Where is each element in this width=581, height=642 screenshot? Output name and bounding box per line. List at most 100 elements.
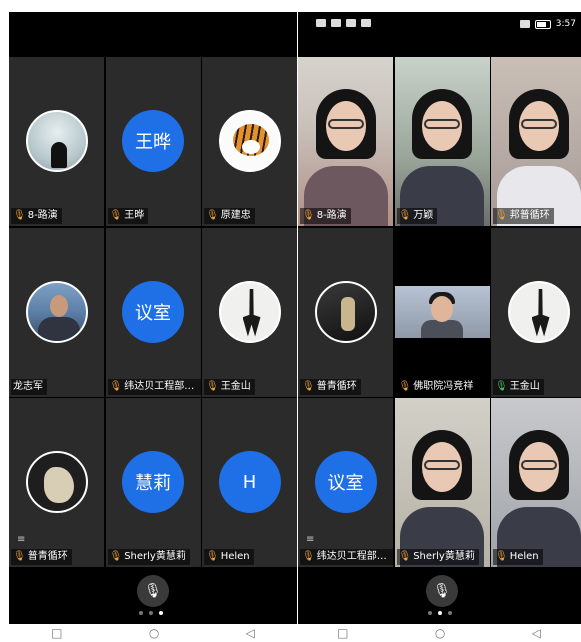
participant-name: Sherly黄慧莉 (124, 551, 186, 562)
recent-square-icon[interactable]: □ (337, 626, 348, 640)
back-triangle-icon[interactable]: ◁ (246, 626, 255, 640)
participant-name-label: 🎙 纬达贝工程部会... (107, 378, 201, 395)
avatar-image-part (37, 316, 80, 341)
participant-tile[interactable]: 🎙 佛职院冯竞祥 (394, 227, 490, 397)
video-person-glasses (520, 460, 557, 470)
sim-icon (316, 19, 326, 27)
status-bar: 3:57 (298, 12, 581, 38)
home-circle-icon[interactable]: ○ (435, 626, 445, 640)
android-navbar-left: □ ○ ◁ (8, 624, 298, 642)
participant-name-label: 🎙 Sherly黄慧莉 (396, 549, 479, 565)
participant-avatar (507, 280, 570, 343)
microphone-icon: 🎙 (495, 210, 508, 221)
participant-initials-avatar: 王晔 (122, 110, 184, 172)
participant-tile[interactable]: 🎙 王金山 (202, 227, 297, 397)
participant-tile[interactable]: 🎙 王金山 (491, 227, 581, 397)
call-controls-right: 🎙 (298, 567, 581, 624)
participant-name-label: 🎙 纬达贝工程部会... (300, 549, 393, 565)
participant-name: 邦普循环 (509, 210, 550, 221)
participant-name: 王金山 (220, 380, 251, 392)
microphone-icon: 🎙 (109, 210, 123, 221)
page-dot (139, 611, 143, 615)
participant-name: 普青循环 (27, 551, 68, 562)
participant-tile[interactable]: ≡ 🎙 普青循环 (9, 398, 104, 567)
microphone-icon: 🎙 (302, 551, 315, 562)
chat-icon (361, 19, 371, 27)
participant-video (394, 57, 490, 226)
participant-name: Sherly黄慧莉 (413, 551, 475, 562)
microphone-icon: 🎙 (302, 210, 315, 221)
avatar-image-part (340, 296, 355, 331)
participant-name: 佛职院冯竞祥 (413, 380, 474, 392)
microphone-icon: 🎙 (398, 380, 412, 392)
notification-icon (346, 19, 356, 27)
list-icon: ≡ (17, 534, 26, 545)
back-triangle-icon[interactable]: ◁ (532, 626, 541, 640)
participant-grid-right: 🎙 8-路演 🎙 万颖 🎙 邦普循环 🎙 普青循环 🎙 佛职院冯竞祥 🎙 王金山 议室 ≡ 🎙 纬达贝工程部会… (298, 57, 581, 567)
participant-tile[interactable]: 🎙 8-路演 (298, 57, 393, 226)
right-phone-screen: 3:57 🎙 8-路演 🎙 万颖 🎙 邦普循环 🎙 普青循环 🎙 佛职院冯竞祥 🎙 王金山 议室 ≡ 🎙 纬达… (298, 12, 581, 624)
microphone-icon: 🎙 (433, 583, 451, 599)
participant-tile[interactable]: 议室 🎙 纬达贝工程部会... (105, 227, 201, 397)
participant-name-label: 🎙 原建忠 (204, 208, 255, 224)
battery-icon (534, 19, 551, 29)
microphone-icon: 🎙 (495, 380, 508, 392)
participant-name: 普青循环 (316, 380, 357, 392)
participant-tile[interactable]: 议室 ≡ 🎙 纬达贝工程部会... (298, 398, 393, 567)
participant-name-label: 🎙 邦普循环 (493, 208, 554, 224)
participant-tile[interactable]: 王晔 🎙 王晔 (105, 57, 201, 226)
participant-tile[interactable]: 🎙 Sherly黄慧莉 (394, 398, 490, 567)
microphone-icon: 🎙 (206, 551, 219, 562)
microphone-icon: 🎙 (144, 583, 162, 599)
home-circle-icon[interactable]: ○ (149, 626, 159, 640)
participant-tile[interactable]: 🎙 8-路演 (9, 57, 104, 226)
avatar-image-part (242, 288, 261, 337)
status-icons-right: 3:57 (519, 19, 576, 29)
participant-tile[interactable]: 🎙 原建忠 (202, 57, 297, 226)
participant-tile[interactable]: 🎙 Helen (491, 398, 581, 567)
participant-tile[interactable]: H 🎙 Helen (202, 398, 297, 567)
participant-name-label: 🎙 王晔 (107, 208, 149, 224)
avatar-image-part (43, 467, 74, 503)
recent-square-icon[interactable]: □ (51, 626, 62, 640)
participant-tile[interactable]: 🎙 邦普循环 (491, 57, 581, 226)
participant-name: 王晔 (124, 210, 145, 221)
microphone-icon: 🎙 (13, 210, 26, 221)
participant-tile[interactable]: 慧莉 🎙 Sherly黄慧莉 (105, 398, 201, 567)
page-indicator (428, 611, 452, 615)
microphone-icon: 🎙 (109, 551, 123, 562)
page-dot (448, 611, 452, 615)
participant-name-label: 🎙 王金山 (493, 378, 544, 395)
page-dot (159, 611, 163, 615)
participant-tile[interactable]: 🎙 普青循环 (298, 227, 393, 397)
participant-name: 王金山 (509, 380, 540, 392)
participant-avatar (25, 451, 88, 513)
participant-name: Helen (220, 551, 250, 562)
participant-tile[interactable]: 🎙 万颖 (394, 57, 490, 226)
video-person-part (430, 295, 453, 322)
participant-tile[interactable]: 龙志军 (9, 227, 104, 397)
microphone-button[interactable]: 🎙 (426, 575, 458, 607)
participant-name-label: 🎙 万颖 (396, 208, 438, 224)
participant-initials-avatar: 议室 (122, 280, 184, 343)
participant-name-label: 龙志军 (11, 378, 47, 395)
page-dot (438, 611, 442, 615)
participant-avatar (218, 110, 281, 172)
page-dot (428, 611, 432, 615)
participant-name-label: 🎙 Helen (493, 549, 543, 565)
participant-name: 8-路演 (316, 210, 347, 221)
participant-grid-left: 🎙 8-路演 王晔 🎙 王晔 🎙 原建忠 龙志军 议室 🎙 纬达贝工程部会... 🎙 王金山 ≡ 🎙 普青循环… (9, 57, 297, 567)
android-navbar-right: □ ○ ◁ (294, 624, 581, 642)
participant-name: 纬达贝工程部会... (316, 551, 390, 562)
participant-video (298, 57, 393, 226)
clock: 3:57 (555, 19, 576, 29)
participant-video (491, 57, 581, 226)
participant-avatar (218, 280, 281, 343)
microphone-icon: 🎙 (302, 380, 315, 392)
microphone-icon: 🎙 (13, 551, 26, 562)
microphone-button[interactable]: 🎙 (137, 575, 169, 607)
participant-initials-avatar: 议室 (314, 451, 377, 513)
participant-name-label: 🎙 Sherly黄慧莉 (107, 549, 190, 565)
participant-name: 8-路演 (27, 210, 58, 221)
page-indicator (139, 611, 163, 615)
